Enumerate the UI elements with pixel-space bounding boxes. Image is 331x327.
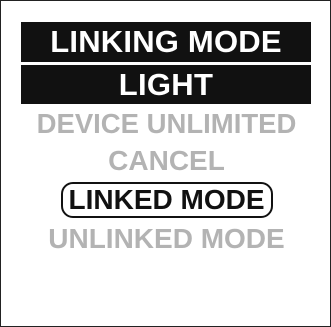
device-screen: LINKING MODE LIGHT DEVICE UNLIMITED CANC…	[0, 0, 331, 327]
menu-item-device-unlimited[interactable]: DEVICE UNLIMITED	[1, 107, 331, 141]
menu-item-unlinked-mode[interactable]: UNLINKED MODE	[1, 221, 331, 257]
menu-item-linked-mode-row: LINKED MODE	[1, 181, 331, 219]
selected-option-light[interactable]: LIGHT	[21, 65, 311, 104]
screen-title: LINKING MODE	[21, 22, 311, 62]
menu-item-linked-mode[interactable]: LINKED MODE	[60, 182, 273, 218]
menu-item-cancel[interactable]: CANCEL	[1, 143, 331, 179]
